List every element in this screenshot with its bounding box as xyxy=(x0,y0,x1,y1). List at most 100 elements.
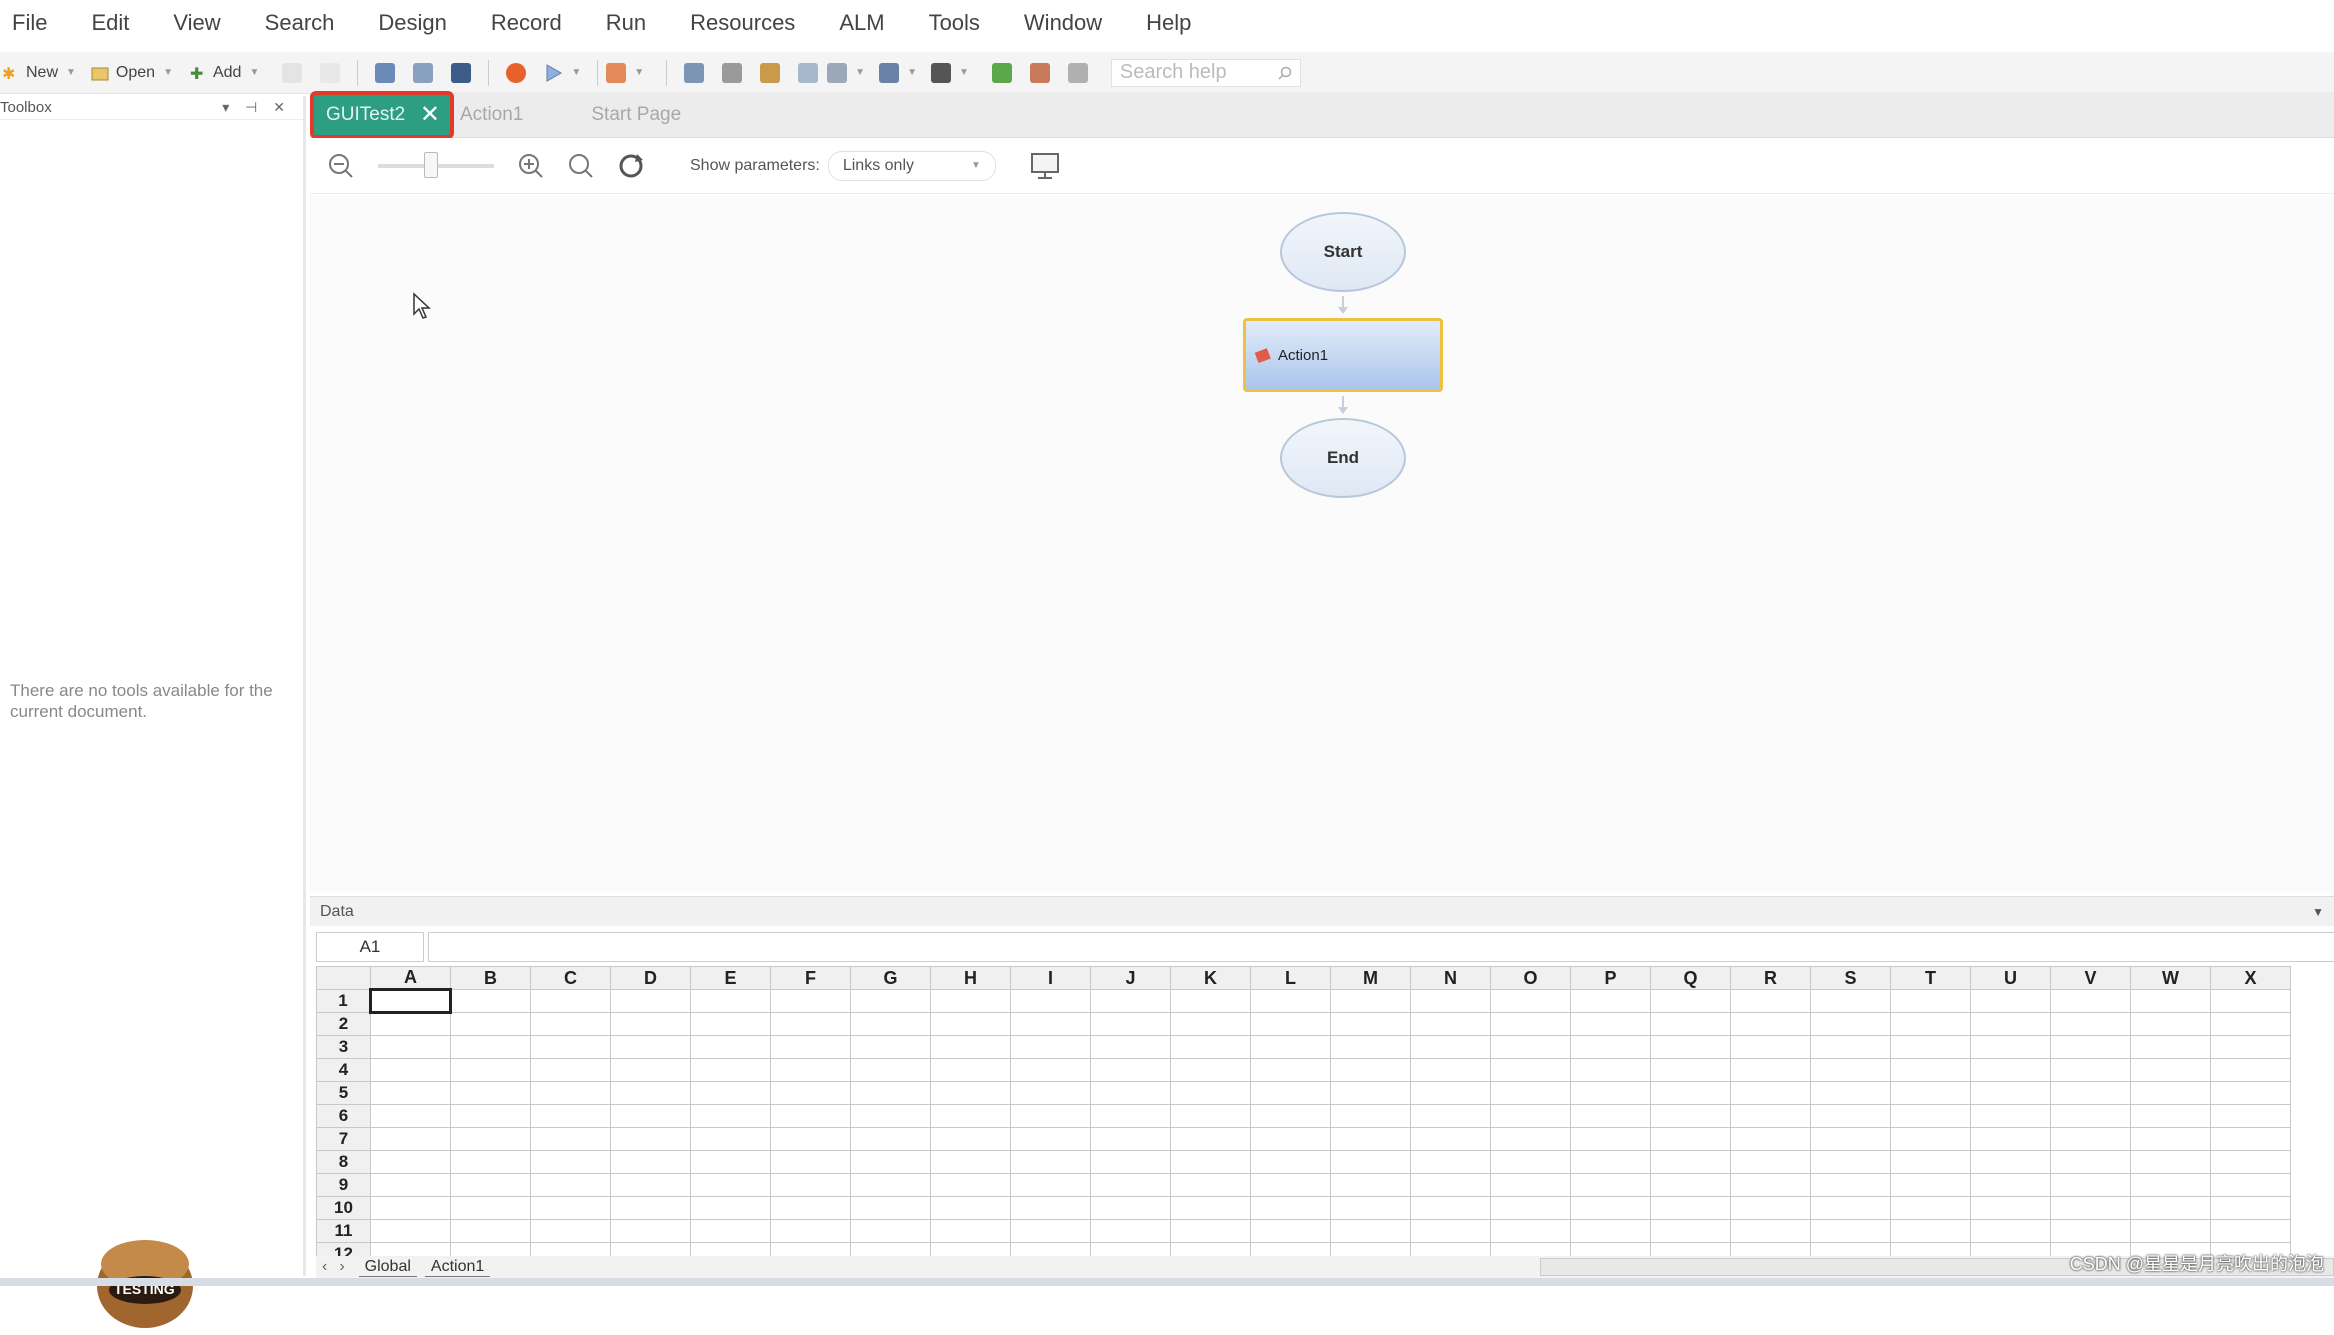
grid-cell[interactable] xyxy=(2051,1013,2131,1036)
grid-cell[interactable] xyxy=(1731,1082,1811,1105)
grid-cell[interactable] xyxy=(2051,1174,2131,1197)
grid-cell[interactable] xyxy=(1171,1013,1251,1036)
agent-button[interactable]: ▼ xyxy=(931,63,969,83)
grid-cell[interactable] xyxy=(451,1082,531,1105)
action1-node[interactable]: Action1 xyxy=(1243,318,1443,392)
grid-cell[interactable] xyxy=(1811,1128,1891,1151)
row-header[interactable]: 2 xyxy=(317,1013,371,1036)
grid-cell[interactable] xyxy=(1491,1197,1571,1220)
grid-cell[interactable] xyxy=(1171,1243,1251,1257)
grid-cell[interactable] xyxy=(1731,1105,1811,1128)
grid-cell[interactable] xyxy=(851,990,931,1013)
grid-cell[interactable] xyxy=(2051,1151,2131,1174)
grid-cell[interactable] xyxy=(691,1105,771,1128)
grid-cell[interactable] xyxy=(1811,1197,1891,1220)
grid-cell[interactable] xyxy=(2131,1105,2211,1128)
row-header[interactable]: 7 xyxy=(317,1128,371,1151)
grid-cell[interactable] xyxy=(1251,1174,1331,1197)
save-icon[interactable] xyxy=(282,63,302,83)
grid-cell[interactable] xyxy=(1411,1128,1491,1151)
grid-cell[interactable] xyxy=(851,1036,931,1059)
grid-cell[interactable] xyxy=(2211,1128,2291,1151)
grid-cell[interactable] xyxy=(931,1059,1011,1082)
grid-cell[interactable] xyxy=(1731,1197,1811,1220)
grid-cell[interactable] xyxy=(1731,1243,1811,1257)
menu-item-record[interactable]: Record xyxy=(491,10,562,36)
grid-cell[interactable] xyxy=(2211,1036,2291,1059)
grid-cell[interactable] xyxy=(691,1174,771,1197)
grid-cell[interactable] xyxy=(531,1151,611,1174)
output-icon[interactable] xyxy=(798,63,818,83)
spy-button[interactable]: ▼ xyxy=(827,63,865,83)
grid-cell[interactable] xyxy=(1251,1082,1331,1105)
grid-cell[interactable] xyxy=(1891,1174,1971,1197)
zoom-out-icon[interactable] xyxy=(326,151,356,181)
grid-cell[interactable] xyxy=(2211,1059,2291,1082)
grid-cell[interactable] xyxy=(611,1036,691,1059)
grid-cell[interactable] xyxy=(1411,1220,1491,1243)
row-header[interactable]: 4 xyxy=(317,1059,371,1082)
grid-cell[interactable] xyxy=(611,1220,691,1243)
grid-cell[interactable] xyxy=(1091,1059,1171,1082)
column-header[interactable]: E xyxy=(691,967,771,990)
grid-cell[interactable] xyxy=(371,1059,451,1082)
grid-cell[interactable] xyxy=(1651,1036,1731,1059)
grid-cell[interactable] xyxy=(1571,1243,1651,1257)
grid-cell[interactable] xyxy=(531,1174,611,1197)
tab-action1[interactable]: Action1 xyxy=(460,104,523,126)
spreadsheet[interactable]: ABCDEFGHIJKLMNOPQRSTUVWX 123456789101112 xyxy=(316,966,2291,1256)
grid-cell[interactable] xyxy=(1891,1013,1971,1036)
grid-cell[interactable] xyxy=(1411,1059,1491,1082)
grid-cell[interactable] xyxy=(371,990,451,1013)
grid-cell[interactable] xyxy=(1091,990,1171,1013)
grid-cell[interactable] xyxy=(451,1128,531,1151)
grid-cell[interactable] xyxy=(611,1105,691,1128)
grid-cell[interactable] xyxy=(531,1197,611,1220)
grid-cell[interactable] xyxy=(1971,1128,2051,1151)
grid-cell[interactable] xyxy=(531,1013,611,1036)
grid-cell[interactable] xyxy=(1331,1220,1411,1243)
tab-guitest2[interactable]: GUITest2 ✕ xyxy=(310,91,454,139)
menu-item-run[interactable]: Run xyxy=(606,10,646,36)
grid-cell[interactable] xyxy=(1091,1128,1171,1151)
grid-cell[interactable] xyxy=(371,1082,451,1105)
zoom-fit-icon[interactable] xyxy=(566,151,596,181)
grid-cell[interactable] xyxy=(1251,1013,1331,1036)
grid-cell[interactable] xyxy=(1491,1036,1571,1059)
table-icon[interactable] xyxy=(451,63,471,83)
grid-cell[interactable] xyxy=(1891,1105,1971,1128)
grid-cell[interactable] xyxy=(371,1013,451,1036)
grid-cell[interactable] xyxy=(371,1243,451,1257)
grid-cell[interactable] xyxy=(1011,1151,1091,1174)
grid-cell[interactable] xyxy=(851,1220,931,1243)
start-node[interactable]: Start xyxy=(1280,212,1406,292)
grid-cell[interactable] xyxy=(1091,1013,1171,1036)
grid-cell[interactable] xyxy=(1491,1128,1571,1151)
grid-cell[interactable] xyxy=(1891,1059,1971,1082)
grid-cell[interactable] xyxy=(1171,1220,1251,1243)
grid-cell[interactable] xyxy=(691,1059,771,1082)
sheet-tab-action1[interactable]: Action1 xyxy=(425,1258,490,1277)
grid-cell[interactable] xyxy=(1571,1013,1651,1036)
grid-cell[interactable] xyxy=(2131,1197,2211,1220)
menu-item-tools[interactable]: Tools xyxy=(929,10,980,36)
end-node[interactable]: End xyxy=(1280,418,1406,498)
record-icon[interactable] xyxy=(506,63,526,83)
grid-cell[interactable] xyxy=(1331,1036,1411,1059)
column-header[interactable]: P xyxy=(1571,967,1651,990)
column-header[interactable]: L xyxy=(1251,967,1331,990)
grid-cell[interactable] xyxy=(931,1174,1011,1197)
sheet-tab-global[interactable]: Global xyxy=(359,1258,417,1277)
grid-cell[interactable] xyxy=(531,1128,611,1151)
grid-cell[interactable] xyxy=(2051,1220,2131,1243)
grid-cell[interactable] xyxy=(1491,1105,1571,1128)
close-icon[interactable]: ✕ xyxy=(420,100,440,129)
grid-cell[interactable] xyxy=(1411,1036,1491,1059)
grid-cell[interactable] xyxy=(1411,1151,1491,1174)
grid-cell[interactable] xyxy=(1651,1082,1731,1105)
grid-cell[interactable] xyxy=(1491,1220,1571,1243)
grid-cell[interactable] xyxy=(691,1151,771,1174)
grid-cell[interactable] xyxy=(371,1105,451,1128)
column-header[interactable]: X xyxy=(2211,967,2291,990)
grid-cell[interactable] xyxy=(2051,1105,2131,1128)
